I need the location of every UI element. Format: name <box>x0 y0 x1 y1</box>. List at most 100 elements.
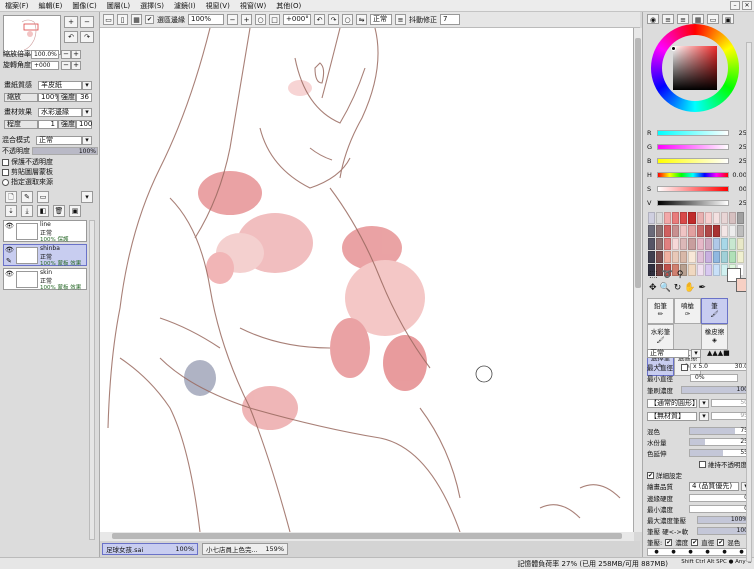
color-swatch[interactable] <box>696 238 704 250</box>
color-swatch[interactable] <box>672 238 680 250</box>
color-swatch[interactable] <box>664 238 672 250</box>
size-preset-dot[interactable]: ● <box>739 549 743 555</box>
saturation-value-square[interactable] <box>673 46 717 90</box>
size-preset-dot[interactable]: ● <box>705 549 709 555</box>
min-density-bar[interactable]: 0 <box>689 505 751 513</box>
color-swatch[interactable] <box>688 238 696 250</box>
detail-settings-checkbox[interactable]: ✔ <box>647 471 654 479</box>
effect-degree-value[interactable]: 1 <box>38 119 58 129</box>
keep-opacity-checkbox[interactable] <box>699 460 706 468</box>
color-swatch[interactable] <box>672 251 680 263</box>
color-swatch[interactable] <box>728 212 736 224</box>
zoom-value[interactable]: 100.0% <box>31 49 59 59</box>
rotate-minus-icon[interactable]: − <box>61 60 71 70</box>
zoom-field[interactable]: 100% <box>188 14 224 25</box>
effect-select[interactable]: 水彩邊緣 <box>38 107 82 117</box>
rotate-left-icon[interactable]: ↶ <box>314 14 325 25</box>
blend-mode-select[interactable]: 正常 <box>36 135 82 145</box>
protect-opacity-checkbox[interactable] <box>2 158 9 166</box>
doc-tab-2[interactable]: 小七店員上色完... 159% <box>202 543 288 555</box>
color-picker-marker[interactable] <box>671 46 676 51</box>
brush-size-presets[interactable]: ● ● ● ● ● ● <box>647 548 751 556</box>
color-swatch[interactable] <box>720 225 728 237</box>
color-swatch[interactable] <box>688 225 696 237</box>
horizontal-scroll-thumb[interactable] <box>112 533 622 539</box>
protect-opacity-row[interactable]: 保護不透明度 <box>2 157 96 167</box>
color-swatch[interactable] <box>736 212 744 224</box>
menu-image[interactable]: 圖像(C) <box>67 1 101 11</box>
pressure-blend-checkbox[interactable]: ✔ <box>717 538 725 546</box>
layer-scrollbar[interactable] <box>89 220 95 540</box>
menu-layer[interactable]: 圖層(L) <box>102 1 135 11</box>
persistence-bar[interactable]: 55 <box>689 449 751 457</box>
transfer-down-icon[interactable]: ⇣ <box>5 205 17 217</box>
rotate-value[interactable]: +000 <box>31 60 59 70</box>
menu-filter[interactable]: 濾鏡(I) <box>169 1 201 11</box>
color-swatch[interactable] <box>696 212 704 224</box>
brush-texture-bar[interactable]: 95 <box>711 412 751 420</box>
pressure-hardness-bar[interactable]: 100 <box>697 527 751 535</box>
max-pressure-bar[interactable]: 100% <box>697 516 751 524</box>
deselect-icon[interactable]: ▭ <box>103 14 114 25</box>
zoom-out-icon[interactable]: − <box>227 14 238 25</box>
rotate-plus-icon[interactable]: + <box>71 60 81 70</box>
invert-selection-icon[interactable]: ▯ <box>117 14 128 25</box>
slider-h[interactable]: H 0.002 <box>647 170 751 180</box>
brush-shape-dropdown-icon[interactable]: ▾ <box>699 398 709 408</box>
keep-opacity-row[interactable]: 維持不透明度 <box>647 459 751 469</box>
color-swatch[interactable] <box>720 251 728 263</box>
color-swatch[interactable] <box>680 251 688 263</box>
color-wheel-tab-icon[interactable]: ◉ <box>647 14 659 24</box>
opacity-slider[interactable]: 100% <box>32 147 98 155</box>
color-swatch[interactable] <box>688 212 696 224</box>
magic-wand-icon[interactable]: ⚲ <box>677 270 684 280</box>
doc-tab-1[interactable]: 足球女孩.sai 100% <box>102 543 198 555</box>
color-swatch[interactable] <box>680 212 688 224</box>
size-preset-dot[interactable]: ● <box>688 549 692 555</box>
brush-texture-dropdown-icon[interactable]: ▾ <box>699 411 709 421</box>
nav-rotate-right-icon[interactable]: ↷ <box>80 31 94 43</box>
paper-texture-dropdown-icon[interactable]: ▾ <box>82 80 92 90</box>
tool-pencil[interactable]: 鉛筆 ✏ <box>647 298 674 324</box>
blend-select[interactable]: 正常 <box>370 14 392 25</box>
detail-settings-row[interactable]: ✔ 詳細設定 <box>647 470 751 480</box>
brush-texture-select[interactable]: 【無材質】 <box>647 411 697 421</box>
quality-select[interactable]: 4 (品質優先) <box>689 481 739 491</box>
color-swatch[interactable] <box>696 264 704 276</box>
pressure-size-checkbox[interactable]: ✔ <box>691 538 699 546</box>
color-swatch[interactable] <box>648 225 656 237</box>
color-swatch[interactable] <box>704 251 712 263</box>
color-swatch[interactable] <box>728 225 736 237</box>
minimize-icon[interactable]: – <box>730 1 740 10</box>
slider-track[interactable] <box>657 158 729 164</box>
rotate-icon[interactable]: ↻ <box>674 283 682 293</box>
slider-s[interactable]: S 000 <box>647 184 751 194</box>
select-all-icon[interactable]: ▦ <box>131 14 142 25</box>
palette-tab-icon[interactable]: ▦ <box>692 14 704 24</box>
pressure-density-checkbox[interactable]: ✔ <box>665 538 673 546</box>
color-swatch[interactable] <box>704 212 712 224</box>
slider-track[interactable] <box>657 130 729 136</box>
tool-watercolor[interactable]: 水彩筆 🖌 <box>647 324 674 350</box>
clip-group-row[interactable]: 剪貼圖層蒙板 <box>2 167 96 177</box>
tool-eraser[interactable]: 橡皮擦 ◈ <box>701 324 728 350</box>
new-folder-icon[interactable]: ▭ <box>37 191 49 203</box>
slider-g[interactable]: G 255 <box>647 142 751 152</box>
paper-texture-select[interactable]: 羊皮紙 <box>38 80 82 90</box>
slider-track[interactable] <box>657 172 729 178</box>
blend-mode-dropdown-icon[interactable]: ▾ <box>82 135 92 145</box>
brush-shape-select[interactable]: 【通常的圓形】 <box>647 398 699 408</box>
move-icon[interactable]: ✥ <box>649 283 657 293</box>
mixer-tab-icon[interactable]: ▣ <box>722 14 734 24</box>
color-swatch[interactable] <box>736 251 744 263</box>
menu-window[interactable]: 視窗(W) <box>235 1 271 11</box>
color-swatch[interactable] <box>696 225 704 237</box>
color-swatch[interactable] <box>656 251 664 263</box>
color-swatch[interactable] <box>688 264 696 276</box>
max-size-lock-checkbox[interactable] <box>681 363 688 371</box>
color-swatch[interactable] <box>712 225 720 237</box>
color-swatch[interactable] <box>664 212 672 224</box>
clear-layer-icon[interactable]: ◧ <box>37 205 49 217</box>
lasso-icon[interactable]: ➰ <box>662 270 673 280</box>
rotate-right-icon[interactable]: ↷ <box>328 14 339 25</box>
